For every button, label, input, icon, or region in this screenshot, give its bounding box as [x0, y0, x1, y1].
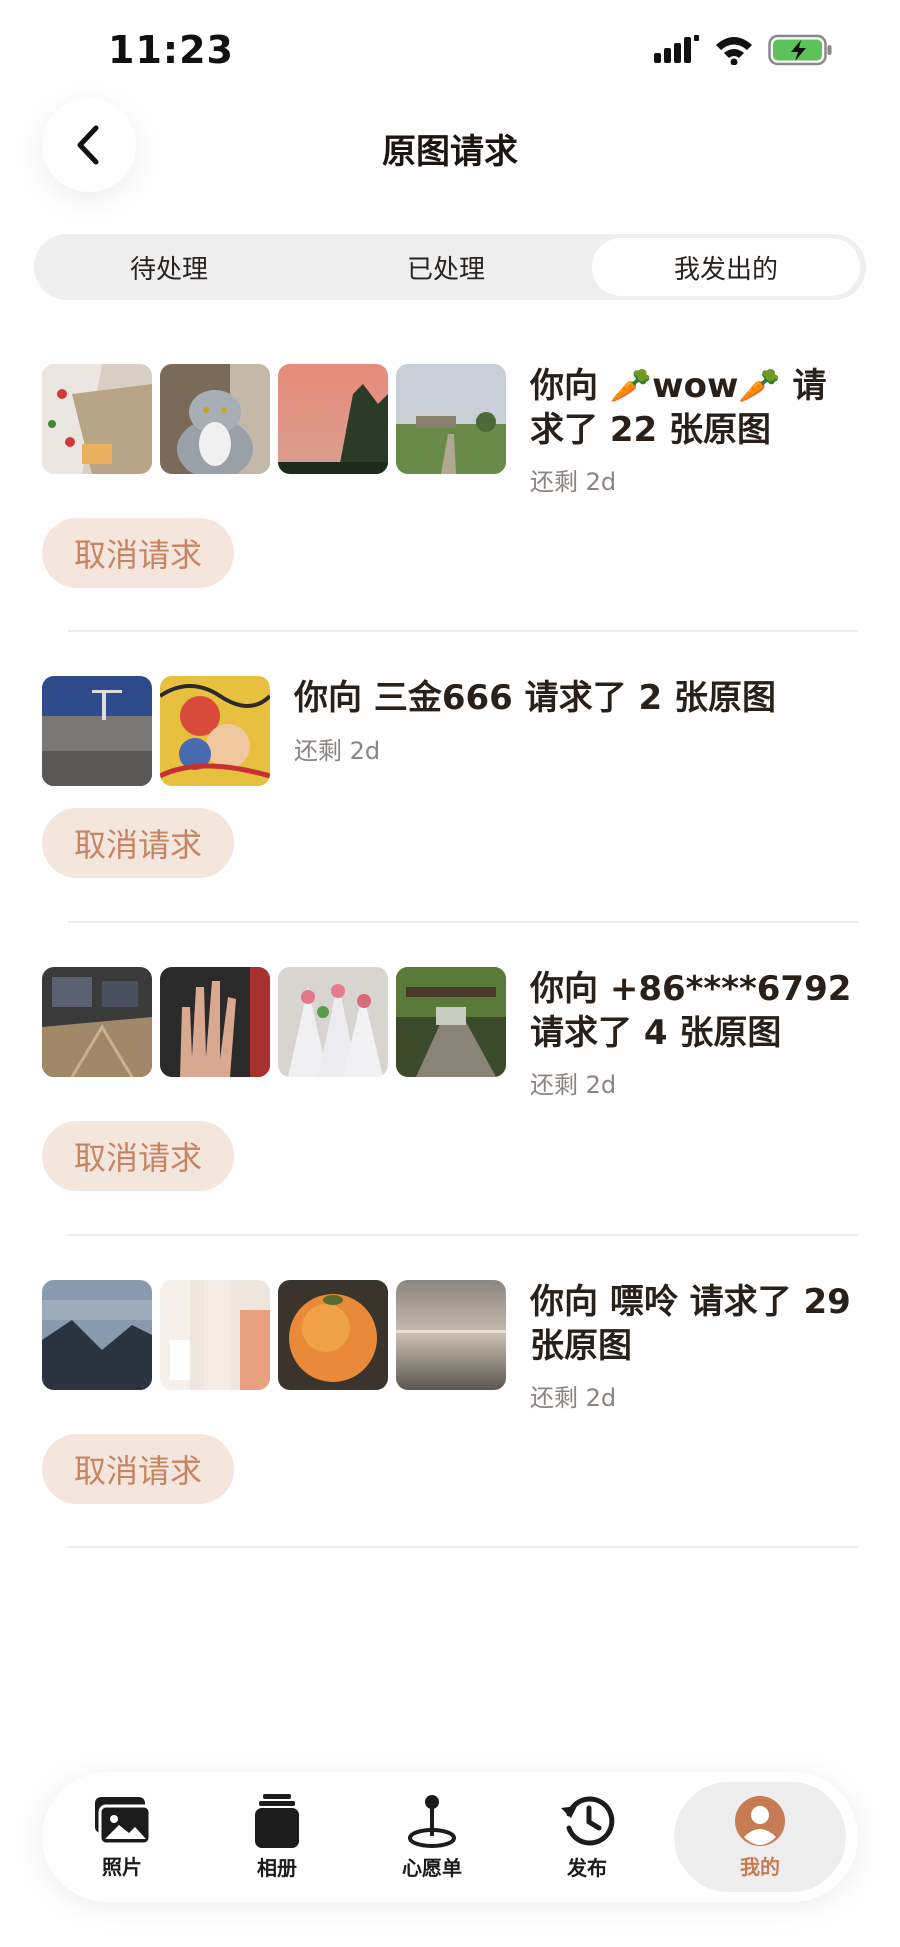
request-title: 你向 三金666 请求了 2 张原图: [294, 678, 776, 718]
nav-item-publish[interactable]: 发布: [507, 1772, 667, 1902]
thumbnail-image[interactable]: [160, 1280, 270, 1390]
thumbnail-image[interactable]: [42, 967, 152, 1077]
request-remaining: 还剩 2d: [530, 468, 617, 496]
wishlist-pin-icon: [408, 1794, 456, 1848]
thumbnail-image[interactable]: [278, 967, 388, 1077]
thumbnail-image[interactable]: [42, 1280, 152, 1390]
nav-label: 照片: [102, 1854, 142, 1879]
photos-icon: [95, 1796, 152, 1845]
cellular-signal-icon: [654, 35, 699, 63]
divider: [68, 921, 858, 923]
request-title: 你向 嘌呤 请求了 29 张原图: [530, 1282, 851, 1366]
thumbnail-image[interactable]: [396, 364, 506, 474]
request-remaining: 还剩 2d: [530, 1384, 617, 1412]
battery-charging-icon: [768, 34, 832, 66]
thumbnail-image[interactable]: [278, 364, 388, 474]
segmented-tabs: 待处理 已处理 我发出的: [34, 234, 866, 300]
status-icons: [654, 34, 834, 66]
thumbnail-image[interactable]: [396, 967, 506, 1077]
status-time: 11:23: [108, 28, 234, 72]
album-icon: [255, 1793, 299, 1848]
cancel-request-button[interactable]: 取消请求: [42, 1434, 234, 1504]
divider: [68, 630, 858, 632]
thumbnail-image[interactable]: [278, 1280, 388, 1390]
nav-label: 心愿单: [402, 1855, 462, 1880]
cancel-request-button[interactable]: 取消请求: [42, 808, 234, 878]
divider: [68, 1234, 858, 1236]
nav-item-photos[interactable]: 照片: [42, 1772, 202, 1902]
page-title: 原图请求: [382, 132, 518, 172]
thumbnail-image[interactable]: [42, 364, 152, 474]
bottom-nav: 照片 相册 心愿单 发布 我的: [42, 1772, 858, 1902]
tab-processed[interactable]: 已处理: [311, 234, 581, 300]
request-remaining: 还剩 2d: [294, 737, 381, 765]
divider: [68, 1546, 858, 1548]
cancel-request-button[interactable]: 取消请求: [42, 518, 234, 588]
nav-label: 相册: [257, 1855, 297, 1880]
wifi-icon: [716, 37, 752, 65]
thumbnail-image[interactable]: [396, 1280, 506, 1390]
request-remaining: 还剩 2d: [530, 1071, 617, 1099]
nav-item-album[interactable]: 相册: [197, 1772, 357, 1902]
request-title: 你向 +86****6792 请求了 4 张原图: [530, 969, 852, 1053]
thumbnail-image[interactable]: [42, 676, 152, 786]
tab-pending[interactable]: 待处理: [34, 234, 304, 300]
nav-item-me[interactable]: 我的: [674, 1782, 846, 1892]
thumbnail-image[interactable]: [160, 967, 270, 1077]
cancel-request-button[interactable]: 取消请求: [42, 1121, 234, 1191]
profile-icon: [735, 1795, 785, 1846]
status-bar: 11:23: [0, 0, 900, 100]
tab-sent[interactable]: 我发出的: [592, 238, 860, 296]
nav-label: 发布: [567, 1855, 607, 1880]
nav-label: 我的: [740, 1854, 780, 1879]
nav-item-wishlist[interactable]: 心愿单: [352, 1772, 512, 1902]
request-title: 你向 🥕wow🥕 请 求了 22 张原图: [530, 366, 827, 450]
history-icon: [561, 1796, 615, 1845]
thumbnail-image[interactable]: [160, 676, 270, 786]
thumbnail-image[interactable]: [160, 364, 270, 474]
